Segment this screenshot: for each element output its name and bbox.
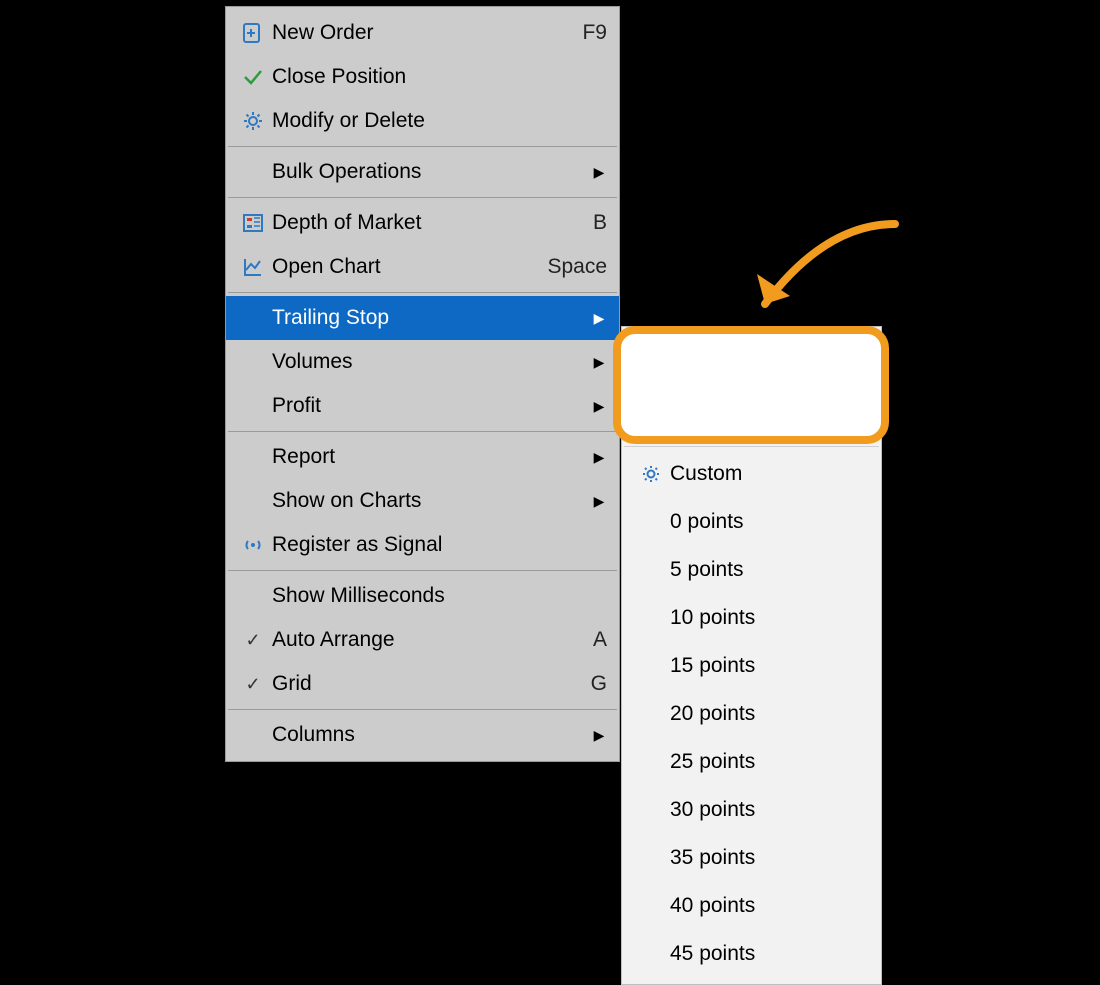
menu-separator (228, 292, 617, 293)
custom-label: Custom (670, 462, 869, 486)
menu-item-show-milliseconds[interactable]: Show Milliseconds (226, 574, 619, 618)
submenu-item-5-points[interactable]: 5 points (622, 546, 881, 594)
points-label: 15 points (670, 654, 869, 678)
delete-all-label: Delete All (670, 351, 869, 375)
register-as-signal-label: Register as Signal (272, 533, 607, 557)
checked-icon (234, 672, 272, 696)
menu-item-close-position[interactable]: Close Position (226, 55, 619, 99)
points-label: 40 points (670, 894, 869, 918)
submenu-arrow-icon: ▶ (591, 310, 607, 327)
menu-item-show-on-charts[interactable]: Show on Charts ▶ (226, 479, 619, 523)
annotation-arrow (735, 214, 915, 334)
gear-icon (632, 464, 670, 484)
report-label: Report (272, 445, 591, 469)
points-label: 10 points (670, 606, 869, 630)
submenu-item-40-points[interactable]: 40 points (622, 882, 881, 930)
menu-item-trailing-stop[interactable]: Trailing Stop ▶ (226, 296, 619, 340)
grid-label: Grid (272, 672, 583, 696)
context-menu: New Order F9 Close Position Modify or De… (225, 6, 620, 762)
open-chart-label: Open Chart (272, 255, 539, 279)
menu-separator (624, 446, 879, 447)
menu-item-modify-delete[interactable]: Modify or Delete (226, 99, 619, 143)
points-label: 30 points (670, 798, 869, 822)
x-icon (632, 353, 670, 373)
grid-shortcut: G (591, 672, 607, 696)
points-label: 25 points (670, 750, 869, 774)
open-chart-shortcut: Space (547, 255, 607, 279)
trailing-stop-submenu: Delete All None Custom 0 points 5 points (621, 326, 882, 985)
volumes-label: Volumes (272, 350, 591, 374)
depth-of-market-icon (234, 212, 272, 234)
auto-arrange-label: Auto Arrange (272, 628, 585, 652)
checked-icon (234, 628, 272, 652)
menu-item-new-order[interactable]: New Order F9 (226, 11, 619, 55)
submenu-item-35-points[interactable]: 35 points (622, 834, 881, 882)
submenu-item-10-points[interactable]: 10 points (622, 594, 881, 642)
menu-separator (228, 146, 617, 147)
points-label: 5 points (670, 558, 869, 582)
menu-item-open-chart[interactable]: Open Chart Space (226, 245, 619, 289)
trailing-stop-label: Trailing Stop (272, 306, 591, 330)
menu-item-depth-of-market[interactable]: Depth of Market B (226, 201, 619, 245)
menu-separator (228, 709, 617, 710)
close-position-label: Close Position (272, 65, 607, 89)
submenu-item-custom[interactable]: Custom (622, 450, 881, 498)
none-label: None (671, 399, 865, 423)
menu-separator (228, 197, 617, 198)
submenu-item-25-points[interactable]: 25 points (622, 738, 881, 786)
submenu-arrow-icon: ▶ (591, 354, 607, 371)
menu-separator (228, 431, 617, 432)
points-label: 20 points (670, 702, 869, 726)
auto-arrange-shortcut: A (593, 628, 607, 652)
new-order-icon (234, 22, 272, 44)
menu-item-bulk-operations[interactable]: Bulk Operations ▶ (226, 150, 619, 194)
new-order-label: New Order (272, 21, 574, 45)
show-on-charts-label: Show on Charts (272, 489, 591, 513)
menu-item-auto-arrange[interactable]: Auto Arrange A (226, 618, 619, 662)
points-label: 45 points (670, 942, 869, 966)
menu-item-profit[interactable]: Profit ▶ (226, 384, 619, 428)
chart-icon (234, 256, 272, 278)
menu-item-report[interactable]: Report ▶ (226, 435, 619, 479)
submenu-arrow-icon: ▶ (591, 398, 607, 415)
submenu-item-none[interactable]: None (625, 387, 878, 435)
submenu-arrow-icon: ▶ (591, 449, 607, 466)
points-label: 35 points (670, 846, 869, 870)
menu-item-volumes[interactable]: Volumes ▶ (226, 340, 619, 384)
signal-icon (234, 534, 272, 556)
menu-item-columns[interactable]: Columns ▶ (226, 713, 619, 757)
check-icon (234, 66, 272, 88)
points-label: 0 points (670, 510, 869, 534)
submenu-arrow-icon: ▶ (591, 727, 607, 744)
submenu-item-0-points[interactable]: 0 points (622, 498, 881, 546)
menu-item-grid[interactable]: Grid G (226, 662, 619, 706)
submenu-arrow-icon: ▶ (591, 164, 607, 181)
depth-of-market-shortcut: B (593, 211, 607, 235)
submenu-item-15-points[interactable]: 15 points (622, 642, 881, 690)
profit-label: Profit (272, 394, 591, 418)
modify-delete-label: Modify or Delete (272, 109, 607, 133)
submenu-item-45-points[interactable]: 45 points (622, 930, 881, 978)
menu-item-register-as-signal[interactable]: Register as Signal (226, 523, 619, 567)
new-order-shortcut: F9 (582, 21, 607, 45)
bulk-operations-label: Bulk Operations (272, 160, 591, 184)
submenu-item-20-points[interactable]: 20 points (622, 690, 881, 738)
depth-of-market-label: Depth of Market (272, 211, 585, 235)
submenu-arrow-icon: ▶ (591, 493, 607, 510)
none-icon (633, 401, 671, 421)
submenu-item-delete-all[interactable]: Delete All (622, 339, 881, 387)
columns-label: Columns (272, 723, 591, 747)
gear-icon (234, 110, 272, 132)
submenu-item-30-points[interactable]: 30 points (622, 786, 881, 834)
menu-separator (228, 570, 617, 571)
show-milliseconds-label: Show Milliseconds (272, 584, 607, 608)
